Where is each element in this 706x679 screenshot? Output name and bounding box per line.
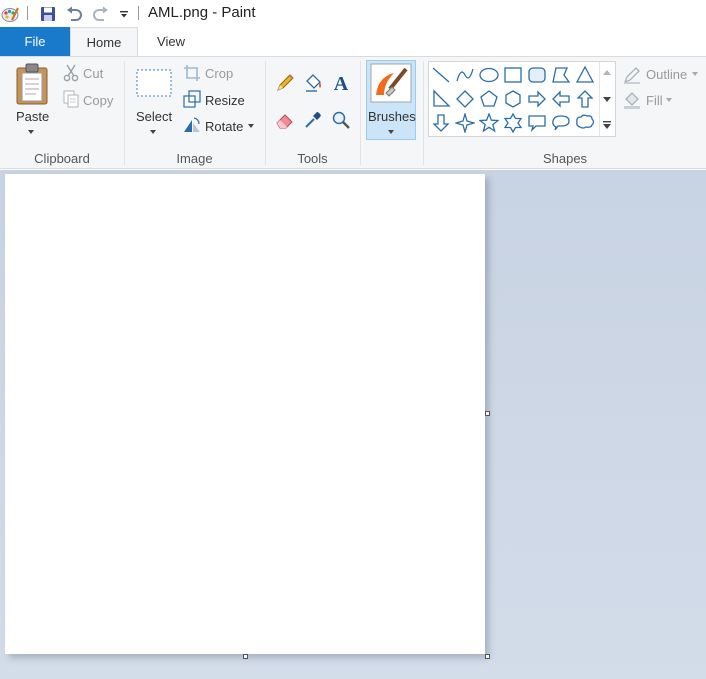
copy-icon[interactable] [62,90,80,108]
window-title: AML.png - Paint [148,4,256,21]
save-icon[interactable] [38,4,58,24]
rotate-icon[interactable] [182,115,202,133]
magnifier-icon[interactable] [330,109,352,131]
right-arrow-shape-icon[interactable] [526,88,548,110]
image-group-label: Image [176,151,213,166]
four-point-star-shape-icon[interactable] [454,112,476,134]
rectangular-callout-shape-icon[interactable] [526,112,548,134]
resize-button[interactable]: Resize [205,93,245,108]
group-divider [360,61,361,165]
redo-icon[interactable] [91,4,111,24]
ribbon: Paste Cut Copy Clipboard Select Crop Res… [0,56,706,169]
outline-icon[interactable] [622,66,642,84]
curve-shape-icon[interactable] [454,64,476,86]
pencil-icon[interactable] [274,72,296,94]
undo-icon[interactable] [64,4,84,24]
canvas-resize-handle-corner[interactable] [485,654,490,659]
gallery-scroll-down-icon[interactable] [602,96,612,104]
crop-icon[interactable] [182,64,202,82]
up-arrow-shape-icon[interactable] [574,88,596,110]
outline-button[interactable]: Outline [646,67,687,82]
select-dropdown-icon[interactable] [150,130,156,134]
drawing-canvas[interactable] [5,174,485,654]
clipboard-group-label: Clipboard [34,151,90,166]
shapes-group-label: Shapes [542,151,588,166]
gallery-scroll-up-icon[interactable] [602,68,612,76]
cut-icon[interactable] [62,64,80,82]
six-point-star-shape-icon[interactable] [502,112,524,134]
title-bar: AML.png - Paint [0,0,706,27]
tools-group-label: Tools [297,151,328,166]
crop-button[interactable]: Crop [205,66,233,81]
hexagon-shape-icon[interactable] [502,88,524,110]
gallery-expand-icon[interactable] [602,120,612,130]
cut-button[interactable]: Cut [83,66,103,81]
rotate-button[interactable]: Rotate [205,119,243,134]
color-picker-icon[interactable] [302,109,324,131]
group-divider [265,61,266,165]
line-shape-icon[interactable] [430,64,452,86]
tab-view[interactable]: View [140,27,202,56]
paste-icon[interactable] [14,63,50,105]
canvas-resize-handle-right[interactable] [485,411,490,416]
left-arrow-shape-icon[interactable] [550,88,572,110]
pentagon-shape-icon[interactable] [478,88,500,110]
copy-button[interactable]: Copy [83,93,113,108]
down-arrow-shape-icon[interactable] [430,112,452,134]
canvas-resize-handle-bottom[interactable] [243,654,248,659]
resize-icon[interactable] [182,90,202,108]
customize-dropdown-icon[interactable] [114,4,134,24]
fill-button[interactable]: Fill [646,93,663,108]
rounded-rectangle-shape-icon[interactable] [526,64,548,86]
text-icon[interactable]: A [330,72,352,94]
select-button[interactable]: Select [136,109,172,124]
rotate-dropdown-icon[interactable] [248,124,254,128]
polygon-shape-icon[interactable] [550,64,572,86]
paint-app-icon[interactable] [0,4,20,24]
shapes-gallery [428,61,616,137]
right-triangle-shape-icon[interactable] [430,88,452,110]
ribbon-tab-bar: File Home View [0,27,706,57]
tab-file[interactable]: File [0,27,70,56]
eraser-icon[interactable] [274,109,296,131]
rectangle-shape-icon[interactable] [502,64,524,86]
diamond-shape-icon[interactable] [454,88,476,110]
outline-dropdown-icon[interactable] [692,72,698,76]
brushes-icon[interactable] [369,63,413,103]
canvas-workspace [0,170,706,679]
shapes-gallery-scrollbar[interactable] [599,62,615,136]
fill-bucket-icon[interactable] [302,72,324,94]
oval-callout-shape-icon[interactable] [550,112,572,134]
tab-home[interactable]: Home [70,27,138,57]
five-point-star-shape-icon[interactable] [478,112,500,134]
brushes-label: Brushes [368,109,416,124]
fill-icon[interactable] [622,91,642,109]
group-divider [423,61,424,165]
group-divider [124,61,125,165]
paste-dropdown-icon[interactable] [28,130,34,134]
title-separator [138,6,139,20]
select-icon[interactable] [136,69,172,97]
svg-text:A: A [334,73,349,93]
triangle-shape-icon[interactable] [574,64,596,86]
fill-dropdown-icon[interactable] [666,98,672,102]
brushes-dropdown-icon[interactable] [388,130,394,134]
cloud-callout-shape-icon[interactable] [574,112,596,134]
title-separator [27,6,28,20]
paste-button[interactable]: Paste [16,109,49,124]
oval-shape-icon[interactable] [478,64,500,86]
